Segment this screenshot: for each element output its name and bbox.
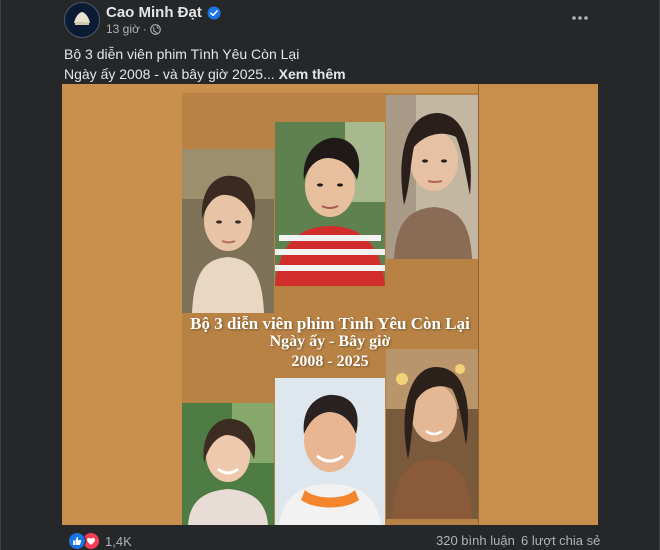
image-title-line-1: Bộ 3 diễn viên phim Tình Yêu Còn Lại (190, 314, 470, 333)
photo-actress-2-now (386, 349, 478, 519)
like-reaction-icon (68, 532, 86, 550)
portrait-illustration (182, 149, 274, 313)
verified-badge-icon (207, 5, 221, 20)
reactions-summary[interactable]: 1,4K (68, 532, 132, 550)
post-footer: 1,4K 320 bình luận 6 lượt chia sẻ (0, 528, 660, 550)
globe-icon (150, 23, 161, 35)
caption-line-2: Ngày ấy 2008 - và bây giờ 2025... Xem th… (64, 64, 604, 84)
photo-actor-now (275, 378, 385, 525)
avatar[interactable] (64, 2, 100, 38)
more-options-icon (572, 16, 588, 20)
portrait-illustration (386, 349, 478, 519)
reaction-count[interactable]: 1,4K (105, 534, 132, 549)
meta-separator: · (142, 22, 147, 36)
post-caption: Bộ 3 diễn viên phim Tình Yêu Còn Lại Ngà… (64, 44, 604, 84)
see-more-link[interactable]: Xem thêm (279, 66, 346, 82)
avatar-logo-icon (74, 12, 90, 25)
photo-actor-then (275, 122, 385, 286)
post-header: Cao Minh Đạt 13 giờ · (0, 0, 660, 44)
photo-actress-1-now (182, 403, 274, 525)
photo-actress-2-then (386, 95, 478, 259)
portrait-illustration (182, 403, 274, 525)
post-time[interactable]: 13 giờ (106, 22, 140, 36)
image-title-line-3: 2008 - 2025 (291, 353, 369, 370)
author-row: Cao Minh Đạt (106, 4, 221, 21)
more-options-button[interactable] (568, 6, 592, 30)
comment-count-link[interactable]: 320 bình luận (436, 533, 515, 548)
image-title-line-2: Ngày ấy - Bây giờ (269, 333, 391, 350)
share-count-link[interactable]: 6 lượt chia sẻ (521, 533, 600, 548)
author-name[interactable]: Cao Minh Đạt (106, 4, 202, 21)
post-meta: 13 giờ · (106, 22, 161, 36)
portrait-illustration (275, 378, 385, 525)
caption-line-1: Bộ 3 diễn viên phim Tình Yêu Còn Lại (64, 46, 300, 62)
caption-line-2-text: Ngày ấy 2008 - và bây giờ 2025... (64, 66, 275, 82)
portrait-illustration (275, 122, 385, 286)
photo-actress-1-then (182, 149, 274, 313)
portrait-illustration (386, 95, 478, 259)
post-image-next-panel[interactable] (478, 84, 598, 525)
